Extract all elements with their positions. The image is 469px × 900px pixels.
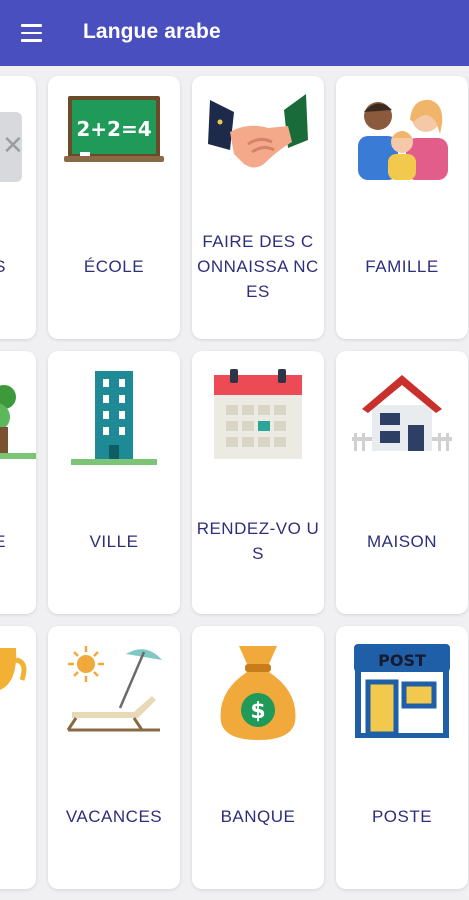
family-icon	[336, 76, 468, 206]
menu-line	[21, 24, 42, 27]
category-label	[0, 756, 32, 876]
money-bag-icon: $	[192, 626, 324, 756]
svg-text:✕: ✕	[2, 131, 24, 161]
category-label: FAIRE DES CONNAISSA NCES	[197, 231, 319, 301]
post-sign-text: POST	[378, 651, 426, 670]
dollar-sign: $	[250, 699, 265, 724]
chalkboard-icon: 2+2=4	[48, 76, 180, 206]
handshake-icon	[192, 76, 324, 206]
category-card-ecole[interactable]: 2+2=4 ÉCOLE	[48, 76, 180, 339]
tree-icon	[0, 351, 36, 481]
trophy-icon	[0, 626, 36, 756]
category-label: MAISON	[366, 531, 438, 551]
app-bar: Langue arabe	[0, 0, 469, 66]
chalkboard-text: 2+2=4	[76, 117, 151, 141]
category-label: VILLE	[89, 531, 139, 551]
category-card-partial-2[interactable]: RE	[0, 351, 36, 614]
house-icon	[336, 351, 468, 481]
page-title: Langue arabe	[83, 20, 221, 43]
category-card-ville[interactable]: VILLE	[48, 351, 180, 614]
menu-line	[21, 39, 42, 42]
category-card-banque[interactable]: $ BANQUE	[192, 626, 324, 889]
building-icon	[48, 351, 180, 481]
calendar-icon	[192, 351, 324, 481]
category-card-poste[interactable]: POST POSTE	[336, 626, 468, 889]
menu-line	[21, 31, 42, 35]
category-label: BANQUE	[220, 806, 296, 826]
category-card-vacances[interactable]: VACANCES	[48, 626, 180, 889]
category-label: POSTE	[371, 806, 433, 826]
category-card-faire-des-connaissances[interactable]: FAIRE DES CONNAISSA NCES	[192, 76, 324, 339]
beach-chair-icon	[48, 626, 180, 756]
category-card-maison[interactable]: MAISON	[336, 351, 468, 614]
category-label: ES	[0, 206, 32, 326]
partial-icon: ✕	[0, 76, 36, 206]
category-card-partial-3[interactable]	[0, 626, 36, 889]
category-label: RENDEZ-VO US	[196, 519, 320, 563]
category-label: FAMILLE	[365, 256, 439, 276]
category-label: VACANCES	[65, 806, 163, 826]
category-card-rendez-vous[interactable]: RENDEZ-VO US	[192, 351, 324, 614]
category-label: RE	[0, 481, 32, 601]
category-label: ÉCOLE	[83, 256, 145, 276]
category-card-famille[interactable]: FAMILLE	[336, 76, 468, 339]
category-card-partial-1[interactable]: ✕ ES	[0, 76, 36, 339]
category-grid: ✕ ES 2+2=4 ÉCOLE FAIRE DE	[0, 66, 469, 900]
hamburger-menu-icon[interactable]	[14, 19, 50, 47]
post-office-icon: POST	[336, 626, 468, 756]
